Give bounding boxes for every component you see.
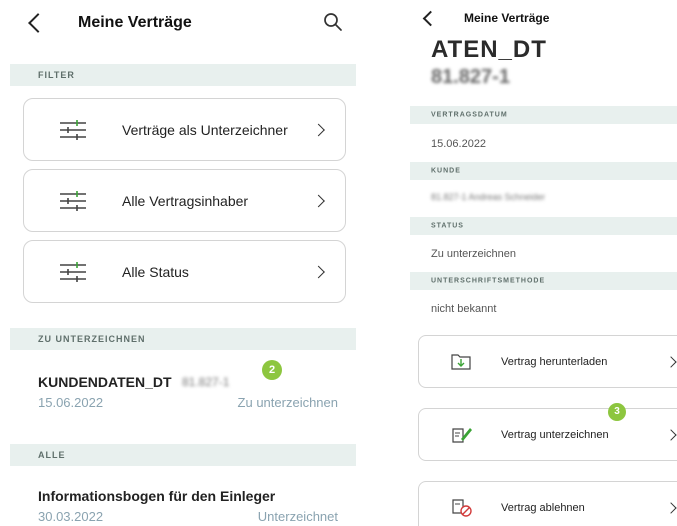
to-sign-section-header: ZU UNTERZEICHNEN	[10, 328, 356, 350]
search-icon[interactable]	[323, 12, 343, 32]
filter-label: Alle Vertragsinhaber	[122, 192, 249, 209]
sign-document-icon	[452, 428, 472, 443]
filter-signer[interactable]: Verträge als Unterzeichner	[23, 98, 346, 161]
sliders-icon	[60, 191, 86, 211]
contract-list-item[interactable]: Informationsbogen für den Einleger 30.03…	[10, 476, 356, 526]
contract-status: Zu unterzeichnen	[237, 395, 338, 410]
status-value: Zu unterzeichnen	[431, 248, 516, 260]
chevron-right-icon	[312, 194, 325, 207]
reject-contract-button[interactable]: Vertrag ablehnen	[418, 481, 677, 526]
customer-value: 81.827-1 Andreas Schneider	[431, 192, 546, 202]
contract-date: 15.06.2022	[38, 395, 104, 410]
filter-holders[interactable]: Alle Vertragsinhaber	[23, 169, 346, 232]
field-label: VERTRAGSDATUM	[410, 106, 677, 124]
filter-label: Verträge als Unterzeichner	[122, 121, 288, 138]
back-arrow-icon[interactable]	[422, 10, 439, 27]
step-badge: 3	[608, 403, 626, 421]
contract-date-value: 15.06.2022	[431, 138, 487, 150]
contract-title: KUNDENDATEN_DT	[38, 374, 172, 390]
chevron-right-icon	[665, 428, 677, 441]
contract-id: 81.827-1	[431, 66, 510, 88]
sliders-icon	[60, 120, 86, 140]
contracts-list-screen: Meine Verträge FILTER Verträge als Unter…	[0, 0, 370, 526]
field-label: KUNDE	[410, 162, 677, 180]
sign-contract-button[interactable]: Vertrag unterzeichnen	[418, 408, 677, 461]
step-badge: 2	[262, 360, 282, 380]
filter-section-header: FILTER	[10, 64, 356, 86]
folder-download-icon	[451, 354, 471, 370]
filter-status[interactable]: Alle Status	[23, 240, 346, 303]
page-title: Meine Verträge	[464, 11, 550, 25]
page-title: Meine Verträge	[78, 14, 192, 31]
action-label: Vertrag herunterladen	[501, 355, 608, 368]
contract-list-item[interactable]: KUNDENDATEN_DT 81.827-1 15.06.2022 Zu un…	[10, 360, 356, 416]
action-label: Vertrag unterzeichnen	[501, 428, 609, 441]
signature-method-value: nicht bekannt	[431, 303, 497, 315]
contract-detail-screen: Meine Verträge ATEN_DT 81.827-1 VERTRAGS…	[400, 0, 677, 526]
sliders-icon	[60, 262, 86, 282]
contract-id: 81.827-1	[182, 375, 230, 389]
download-contract-button[interactable]: Vertrag herunterladen	[418, 335, 677, 388]
back-arrow-icon[interactable]	[28, 13, 48, 33]
contract-title: ATEN_DT	[431, 36, 547, 63]
contract-title: Informationsbogen für den Einleger	[38, 488, 276, 504]
filter-label: Alle Status	[122, 263, 189, 280]
contract-date: 30.03.2022	[38, 509, 104, 524]
field-label: STATUS	[410, 217, 677, 235]
all-section-header: ALLE	[10, 444, 356, 466]
field-label: UNTERSCHRIFTSMETHODE	[410, 272, 677, 290]
chevron-right-icon	[665, 501, 677, 514]
action-label: Vertrag ablehnen	[501, 501, 585, 514]
chevron-right-icon	[312, 265, 325, 278]
chevron-right-icon	[665, 355, 677, 368]
chevron-right-icon	[312, 123, 325, 136]
reject-document-icon	[452, 499, 472, 517]
contract-status: Unterzeichnet	[257, 509, 338, 524]
